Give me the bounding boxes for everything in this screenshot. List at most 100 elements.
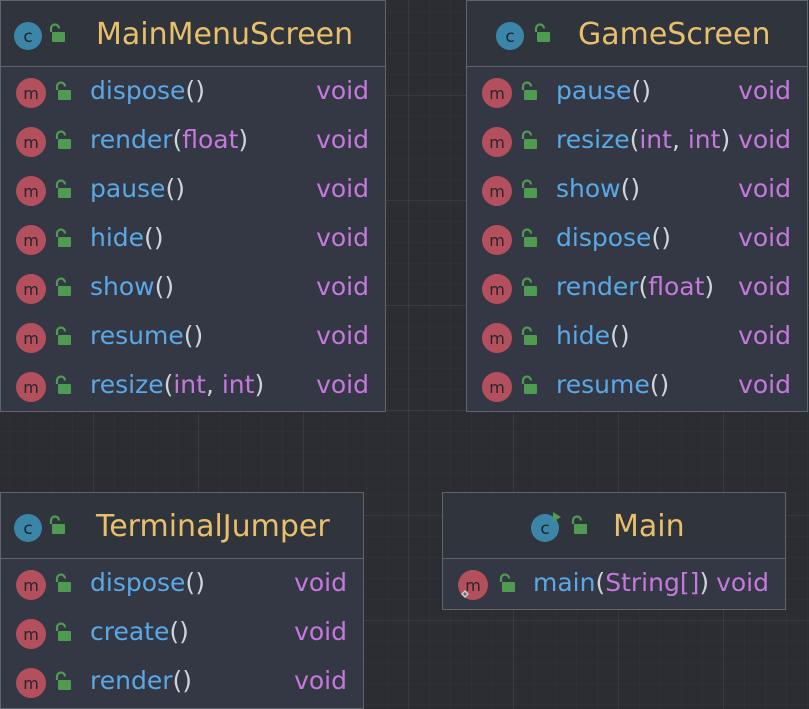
method-row[interactable]: m hide() void <box>467 312 807 361</box>
svg-text:m: m <box>489 182 505 201</box>
method-name: hide <box>90 223 145 252</box>
svg-text:m: m <box>23 182 39 201</box>
svg-text:m: m <box>23 674 39 693</box>
paren-open: ( <box>629 125 640 154</box>
method-row[interactable]: m dispose() void <box>1 559 363 608</box>
class-node-main[interactable]: c Main m main(String[]) void <box>442 492 786 610</box>
class-c-icon: c <box>13 19 45 51</box>
method-name: resize <box>90 370 164 399</box>
svg-text:m: m <box>23 84 39 103</box>
public-lock-icon <box>54 81 72 101</box>
method-row[interactable]: m render(float) void <box>1 116 385 165</box>
method-m-icon: m <box>481 371 515 403</box>
method-list: m pause() void m resize(int, int) void m show()… <box>467 67 807 410</box>
public-lock-icon <box>570 515 588 535</box>
return-type: void <box>294 568 347 597</box>
method-row[interactable]: m render(float) void <box>467 263 807 312</box>
method-list: m dispose() void m create() void m render() void <box>1 559 363 706</box>
paren-close: ) <box>153 223 164 252</box>
method-row[interactable]: m resize(int, int) void <box>1 361 385 410</box>
paren-close: ) <box>720 125 731 154</box>
method-signature: show() <box>556 174 640 203</box>
class-node-terminaljumper[interactable]: c TerminalJumper m dispose() void m create()… <box>0 492 364 709</box>
class-header: c MainMenuScreen <box>1 1 385 67</box>
return-type: void <box>316 272 369 301</box>
paren-close: ) <box>164 272 175 301</box>
method-row[interactable]: m resize(int, int) void <box>467 116 807 165</box>
runnable-class-icon: c <box>530 511 562 543</box>
paren-close: ) <box>195 568 205 597</box>
method-m-icon: m <box>15 224 49 256</box>
return-type: void <box>738 174 791 203</box>
svg-text:m: m <box>489 133 505 152</box>
method-signature: dispose() <box>90 76 205 105</box>
class-node-gamescreen[interactable]: c GameScreen m pause() void m resize(int, in… <box>466 0 808 412</box>
method-row[interactable]: m main(String[]) void <box>443 559 785 608</box>
svg-text:m: m <box>489 231 505 250</box>
public-lock-icon <box>54 671 72 691</box>
method-name: resize <box>556 125 630 154</box>
param-separator: , <box>205 370 222 399</box>
method-signature: hide() <box>90 223 164 252</box>
class-name: GameScreen <box>578 17 771 52</box>
method-signature: pause() <box>90 174 185 203</box>
paren-close: ) <box>704 272 715 301</box>
svg-text:m: m <box>489 378 505 397</box>
param-type: int <box>687 125 721 154</box>
public-lock-icon <box>520 277 538 297</box>
svg-text:c: c <box>540 519 549 539</box>
return-type: void <box>316 76 369 105</box>
class-header: c Main <box>443 493 785 559</box>
method-row[interactable]: m show() void <box>467 165 807 214</box>
return-type: void <box>316 321 369 350</box>
method-row[interactable]: m create() void <box>1 608 363 657</box>
method-m-icon: m <box>15 175 49 207</box>
paren-open: ( <box>163 370 174 399</box>
class-name: TerminalJumper <box>96 509 330 544</box>
method-signature: resize(int, int) <box>556 125 730 154</box>
svg-text:c: c <box>505 27 514 47</box>
class-c-icon: c <box>13 511 45 543</box>
method-signature: pause() <box>556 76 651 105</box>
svg-text:m: m <box>23 625 39 644</box>
paren-close: ) <box>193 321 204 350</box>
method-name: render <box>90 125 173 154</box>
public-lock-icon <box>54 179 72 199</box>
paren-open: ( <box>595 568 606 597</box>
param-type: int <box>221 370 255 399</box>
method-m-icon: m <box>481 224 515 256</box>
method-m-icon: m <box>15 322 49 354</box>
method-m-icon: m <box>15 618 49 650</box>
public-lock-icon <box>54 277 72 297</box>
method-m-icon: m <box>481 126 515 158</box>
method-row[interactable]: m resume() void <box>467 361 807 410</box>
public-lock-icon <box>54 130 72 150</box>
method-row[interactable]: m dispose() void <box>467 214 807 263</box>
method-row[interactable]: m pause() void <box>1 165 385 214</box>
method-m-icon: m <box>481 322 515 354</box>
method-row[interactable]: m hide() void <box>1 214 385 263</box>
public-lock-icon <box>498 573 516 593</box>
return-type: void <box>716 568 769 597</box>
method-name: dispose <box>556 223 652 252</box>
method-m-icon: m <box>481 175 515 207</box>
method-row[interactable]: m pause() void <box>467 67 807 116</box>
method-name: show <box>90 272 155 301</box>
paren-open: ( <box>169 617 180 646</box>
class-node-mainmenuscreen[interactable]: c MainMenuScreen m dispose() void m render(f… <box>0 0 386 412</box>
return-type: void <box>738 370 791 399</box>
param-type: String[] <box>605 568 700 597</box>
method-m-icon: m <box>15 569 49 601</box>
method-row[interactable]: m dispose() void <box>1 67 385 116</box>
paren-close: ) <box>661 223 671 252</box>
method-name: pause <box>90 174 166 203</box>
param-type: int <box>639 125 672 154</box>
method-row[interactable]: m show() void <box>1 263 385 312</box>
svg-text:m: m <box>489 329 505 348</box>
method-m-icon: m <box>481 273 515 305</box>
paren-open: ( <box>651 223 662 252</box>
method-row[interactable]: m resume() void <box>1 312 385 361</box>
class-header: c GameScreen <box>467 1 807 67</box>
paren-open: ( <box>610 321 620 350</box>
method-row[interactable]: m render() void <box>1 657 363 706</box>
